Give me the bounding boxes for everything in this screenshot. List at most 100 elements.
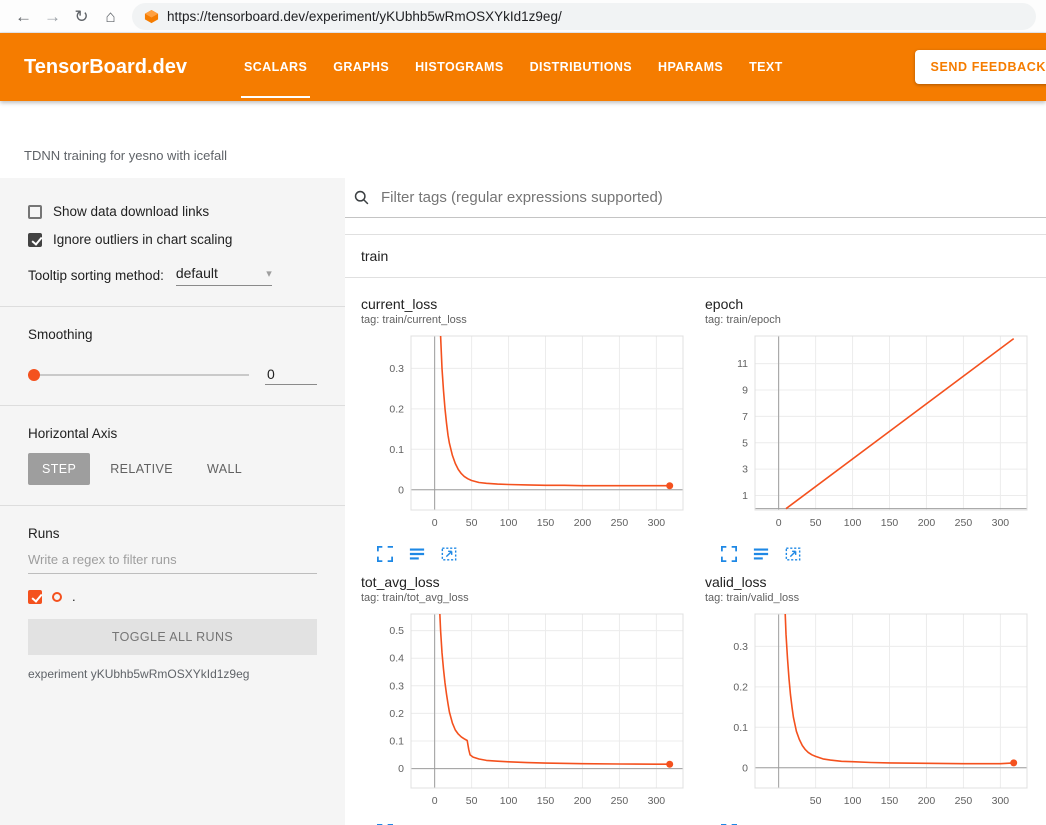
axis-step-button[interactable]: STEP — [28, 453, 90, 485]
svg-text:0: 0 — [432, 795, 438, 807]
svg-text:50: 50 — [466, 517, 478, 529]
tooltip-sorting-dropdown[interactable]: default ▾ — [176, 265, 272, 286]
runs-filter-input[interactable] — [28, 545, 317, 574]
smoothing-slider-thumb[interactable] — [28, 369, 40, 381]
svg-text:100: 100 — [500, 517, 518, 529]
fit-domain-icon[interactable] — [785, 546, 801, 562]
svg-text:0.5: 0.5 — [389, 625, 404, 637]
svg-text:150: 150 — [881, 517, 899, 529]
tab-scalars[interactable]: SCALARS — [231, 33, 320, 101]
svg-text:0: 0 — [742, 762, 748, 774]
svg-text:0.2: 0.2 — [389, 403, 404, 415]
group-title[interactable]: train — [345, 235, 1046, 278]
show-download-links-checkbox-row[interactable]: Show data download links — [28, 204, 317, 219]
run-checkbox[interactable] — [28, 590, 42, 604]
tag-filter-input[interactable] — [379, 188, 1034, 207]
expand-icon[interactable] — [377, 546, 393, 562]
svg-text:300: 300 — [992, 517, 1010, 529]
chart-card-epoch: epoch tag: train/epoch 0 50 100 150 200 250 30… — [705, 296, 1041, 562]
chart-title: tot_avg_loss — [361, 574, 697, 590]
ignore-outliers-checkbox[interactable] — [28, 233, 42, 247]
svg-text:100: 100 — [844, 517, 862, 529]
app-logo: TensorBoard.dev — [24, 56, 187, 79]
chart-title: valid_loss — [705, 574, 1041, 590]
svg-text:150: 150 — [537, 795, 555, 807]
address-bar[interactable]: https://tensorboard.dev/experiment/yKUbh… — [132, 3, 1036, 30]
axis-wall-button[interactable]: WALL — [193, 453, 256, 485]
svg-text:50: 50 — [810, 517, 822, 529]
run-color-circle-icon — [52, 592, 62, 602]
svg-text:300: 300 — [992, 795, 1010, 807]
run-list-item[interactable]: . — [28, 589, 317, 604]
full-width-icon[interactable] — [409, 546, 425, 562]
smoothing-value-input[interactable] — [265, 364, 317, 385]
tab-graphs[interactable]: GRAPHS — [320, 33, 402, 101]
fit-domain-icon[interactable] — [441, 546, 457, 562]
divider — [0, 306, 345, 307]
train-group-card: train current_loss tag: train/current_lo… — [345, 234, 1046, 825]
tab-text[interactable]: TEXT — [736, 33, 796, 101]
chevron-down-icon: ▾ — [266, 267, 272, 280]
ignore-outliers-label: Ignore outliers in chart scaling — [53, 232, 232, 247]
svg-text:9: 9 — [742, 385, 748, 397]
svg-text:0: 0 — [776, 517, 782, 529]
show-download-links-checkbox[interactable] — [28, 205, 42, 219]
send-feedback-button[interactable]: SEND FEEDBACK — [915, 50, 1046, 84]
back-icon[interactable]: ← — [10, 8, 37, 25]
divider — [0, 405, 345, 406]
ignore-outliers-checkbox-row[interactable]: Ignore outliers in chart scaling — [28, 232, 317, 247]
chart-title: epoch — [705, 296, 1041, 312]
svg-text:300: 300 — [648, 517, 666, 529]
chart-tag: tag: train/epoch — [705, 314, 1041, 326]
chart-tag: tag: train/valid_loss — [705, 592, 1041, 604]
chart-title: current_loss — [361, 296, 697, 312]
scalars-main: train current_loss tag: train/current_lo… — [345, 178, 1046, 825]
chart-toolbar — [705, 546, 1041, 562]
svg-text:250: 250 — [955, 795, 973, 807]
line-chart-epoch[interactable]: 0501001502002503001357911 — [705, 332, 1041, 544]
svg-text:3: 3 — [742, 464, 748, 476]
forward-icon[interactable]: → — [39, 8, 66, 25]
home-icon[interactable]: ⌂ — [97, 8, 124, 25]
svg-text:0.2: 0.2 — [389, 708, 404, 720]
search-icon — [353, 189, 370, 206]
svg-text:200: 200 — [574, 795, 592, 807]
chart-toolbar — [361, 546, 697, 562]
svg-text:0.1: 0.1 — [389, 736, 404, 748]
svg-text:0.1: 0.1 — [389, 444, 404, 456]
axis-relative-button[interactable]: RELATIVE — [96, 453, 187, 485]
svg-text:0.4: 0.4 — [389, 653, 404, 665]
svg-text:0.3: 0.3 — [389, 363, 404, 375]
svg-text:250: 250 — [955, 517, 973, 529]
smoothing-slider[interactable] — [28, 374, 249, 376]
chart-card-tot-avg-loss: tot_avg_loss tag: train/tot_avg_loss 050… — [361, 574, 697, 825]
charts-grid: current_loss tag: train/current_loss 050… — [345, 278, 1046, 825]
line-chart-valid-loss[interactable]: 5010015020025030000.10.20.3 — [705, 610, 1041, 822]
full-width-icon[interactable] — [753, 546, 769, 562]
tensorboard-favicon — [144, 9, 159, 24]
experiment-caption: experiment yKUbhb5wRmOSXYkId1z9eg — [28, 667, 317, 681]
svg-text:50: 50 — [810, 795, 822, 807]
reload-icon[interactable]: ↻ — [68, 8, 95, 25]
svg-text:0.1: 0.1 — [733, 722, 748, 734]
tab-histograms[interactable]: HISTOGRAMS — [402, 33, 517, 101]
chart-card-current-loss: current_loss tag: train/current_loss 050… — [361, 296, 697, 562]
svg-text:200: 200 — [918, 517, 936, 529]
svg-text:150: 150 — [537, 517, 555, 529]
svg-text:150: 150 — [881, 795, 899, 807]
svg-text:7: 7 — [742, 411, 748, 423]
experiment-title-bar: TDNN training for yesno with icefall — [0, 101, 1046, 178]
expand-icon[interactable] — [721, 546, 737, 562]
svg-text:250: 250 — [611, 795, 629, 807]
toggle-all-runs-button[interactable]: TOGGLE ALL RUNS — [28, 619, 317, 655]
line-chart-current-loss[interactable]: 05010015020025030000.10.20.3 — [361, 332, 697, 544]
svg-text:5: 5 — [742, 437, 748, 449]
svg-text:0: 0 — [398, 484, 404, 496]
nav-tabs: SCALARS GRAPHS HISTOGRAMS DISTRIBUTIONS … — [231, 33, 796, 101]
chart-card-valid-loss: valid_loss tag: train/valid_loss 5010015… — [705, 574, 1041, 825]
line-chart-tot-avg-loss[interactable]: 05010015020025030000.10.20.30.40.5 — [361, 610, 697, 822]
runs-label: Runs — [28, 526, 317, 541]
tab-hparams[interactable]: HPARAMS — [645, 33, 736, 101]
tab-distributions[interactable]: DISTRIBUTIONS — [517, 33, 645, 101]
svg-text:11: 11 — [737, 358, 748, 370]
